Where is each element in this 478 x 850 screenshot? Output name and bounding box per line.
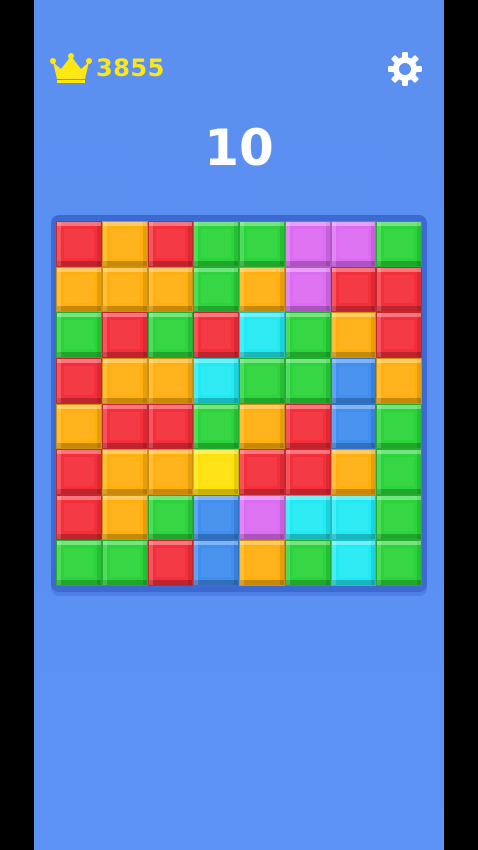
tile-purple[interactable]	[284, 266, 331, 313]
tile-green[interactable]	[193, 266, 239, 313]
tile-yellow[interactable]	[193, 449, 239, 495]
best-score: 3855	[96, 54, 165, 82]
tile-orange[interactable]	[376, 357, 422, 404]
tile-cyan[interactable]	[284, 494, 331, 541]
tile-red[interactable]	[56, 221, 102, 267]
tile-red[interactable]	[147, 221, 194, 267]
tile-red[interactable]	[284, 449, 331, 495]
tile-green[interactable]	[376, 403, 422, 450]
tile-red[interactable]	[56, 357, 102, 404]
tile-green[interactable]	[239, 357, 285, 404]
tile-orange[interactable]	[101, 449, 148, 495]
tile-blue[interactable]	[193, 494, 239, 541]
tile-green[interactable]	[147, 312, 194, 358]
tile-orange[interactable]	[147, 449, 194, 495]
tile-green[interactable]	[56, 540, 102, 586]
tile-purple[interactable]	[284, 221, 331, 267]
tile-green[interactable]	[284, 312, 331, 358]
tile-red[interactable]	[376, 266, 422, 313]
tile-purple[interactable]	[330, 221, 377, 267]
tile-green[interactable]	[376, 221, 422, 267]
tile-red[interactable]	[239, 449, 285, 495]
tile-green[interactable]	[284, 357, 331, 404]
tile-blue[interactable]	[193, 540, 239, 586]
tile-orange[interactable]	[330, 449, 377, 495]
tile-red[interactable]	[56, 494, 102, 541]
tile-red[interactable]	[147, 403, 194, 450]
tile-green[interactable]	[376, 540, 422, 586]
tile-red[interactable]	[101, 312, 148, 358]
tile-orange[interactable]	[239, 266, 285, 313]
tile-orange[interactable]	[147, 266, 194, 313]
tile-green[interactable]	[147, 494, 194, 541]
tile-orange[interactable]	[56, 266, 102, 313]
gear-icon[interactable]	[386, 50, 424, 88]
tile-orange[interactable]	[330, 312, 377, 358]
current-score: 10	[204, 119, 274, 177]
tile-red[interactable]	[330, 266, 377, 313]
tile-purple[interactable]	[239, 494, 285, 541]
tile-orange[interactable]	[101, 494, 148, 541]
tile-green[interactable]	[56, 312, 102, 358]
tile-red[interactable]	[376, 312, 422, 358]
tile-orange[interactable]	[239, 403, 285, 450]
tile-green[interactable]	[239, 221, 285, 267]
tile-orange[interactable]	[101, 357, 148, 404]
tile-blue[interactable]	[330, 403, 377, 450]
game-screen: 3855 10	[34, 0, 444, 850]
tile-cyan[interactable]	[193, 357, 239, 404]
tile-red[interactable]	[193, 312, 239, 358]
tile-red[interactable]	[101, 403, 148, 450]
tile-red[interactable]	[56, 449, 102, 495]
tile-green[interactable]	[376, 449, 422, 495]
tile-orange[interactable]	[147, 357, 194, 404]
tile-orange[interactable]	[56, 403, 102, 450]
game-board	[51, 215, 427, 592]
tile-green[interactable]	[284, 540, 331, 586]
tile-cyan[interactable]	[239, 312, 285, 358]
tile-blue[interactable]	[330, 357, 377, 404]
tile-cyan[interactable]	[330, 494, 377, 541]
tile-red[interactable]	[147, 540, 194, 586]
crown-icon	[50, 53, 92, 83]
tile-cyan[interactable]	[330, 540, 377, 586]
tile-red[interactable]	[284, 403, 331, 450]
tile-orange[interactable]	[101, 266, 148, 313]
tile-orange[interactable]	[239, 540, 285, 586]
tile-green[interactable]	[193, 403, 239, 450]
tile-green[interactable]	[101, 540, 148, 586]
tile-green[interactable]	[376, 494, 422, 541]
tile-orange[interactable]	[101, 221, 148, 267]
tile-grid	[56, 221, 422, 586]
tile-green[interactable]	[193, 221, 239, 267]
